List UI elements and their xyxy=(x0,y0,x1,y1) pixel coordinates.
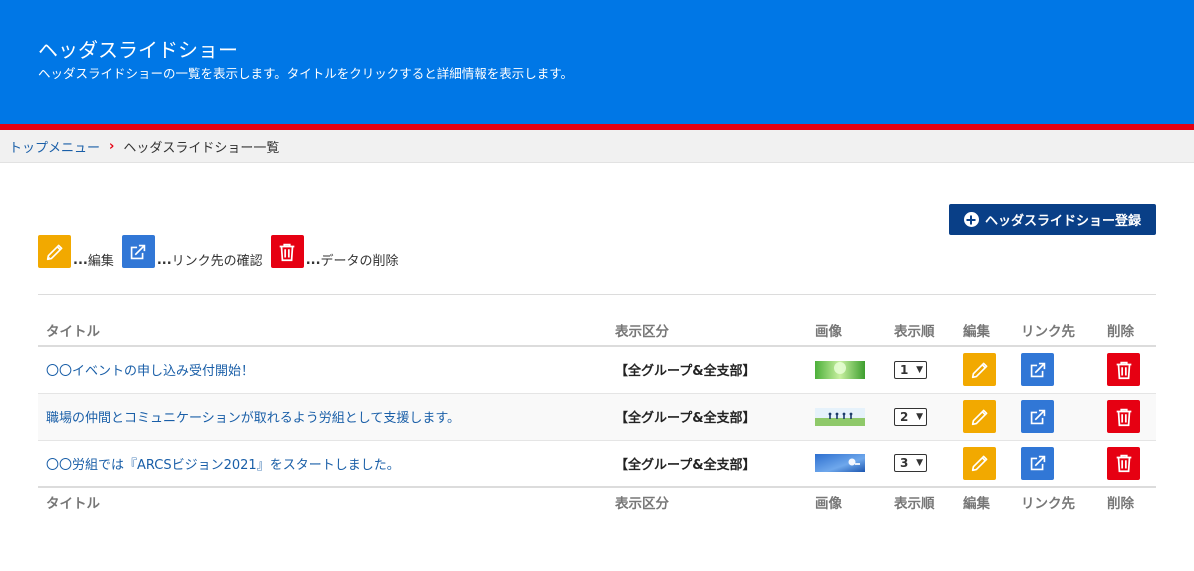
page-description: ヘッダスライドショーの一覧を表示します。タイトルをクリックすると詳細情報を表示し… xyxy=(38,66,574,81)
column-footer-link: リンク先 xyxy=(1013,486,1099,515)
external-link-icon xyxy=(1030,456,1045,471)
section-divider xyxy=(38,294,1156,295)
breadcrumb-home-link[interactable]: トップメニュー xyxy=(9,137,100,156)
display-order-value: 3 xyxy=(900,456,909,471)
column-footer-edit: 編集 xyxy=(955,486,1013,515)
table-header-row: タイトル 表示区分 画像 表示順 編集 リンク先 削除 xyxy=(38,314,1156,347)
table-row: 〇〇イベントの申し込み受付開始！ 【全グループ&全支部】 1 ▼ xyxy=(38,346,1156,394)
column-footer-delete: 削除 xyxy=(1099,486,1156,515)
display-order-select[interactable]: 1 ▼ xyxy=(894,360,927,379)
link-check-button[interactable] xyxy=(1021,353,1054,387)
trash-icon xyxy=(1116,361,1131,379)
legend-dots: ... xyxy=(305,253,321,268)
column-footer-category: 表示区分 xyxy=(607,486,807,515)
chevron-down-icon: ▼ xyxy=(916,411,923,422)
page-title: ヘッダスライドショー xyxy=(38,38,238,62)
row-title-link[interactable]: 〇〇労組では『ARCSビジョン2021』をスタートしました。 xyxy=(46,458,400,473)
table-footer-row: タイトル 表示区分 画像 表示順 編集 リンク先 削除 xyxy=(38,486,1156,515)
slideshow-table: タイトル 表示区分 画像 表示順 編集 リンク先 削除 〇〇イベントの申し込み受… xyxy=(38,314,1156,515)
column-footer-image: 画像 xyxy=(807,486,886,515)
pencil-icon xyxy=(971,362,987,378)
delete-button[interactable] xyxy=(1107,353,1140,387)
trash-icon xyxy=(270,235,304,268)
column-header-edit: 編集 xyxy=(955,314,1013,347)
column-header-link: リンク先 xyxy=(1013,314,1099,347)
row-category: 【全グループ&全支部】 xyxy=(615,411,756,426)
column-header-category: 表示区分 xyxy=(607,314,807,347)
column-header-order[interactable]: 表示順 xyxy=(886,314,955,347)
column-header-image: 画像 xyxy=(807,314,886,347)
column-header-delete: 削除 xyxy=(1099,314,1156,347)
legend-link-label: リンク先の確認 xyxy=(171,254,263,269)
column-footer-title: タイトル xyxy=(38,486,607,515)
row-title-link[interactable]: 〇〇イベントの申し込み受付開始！ xyxy=(46,364,254,379)
breadcrumb-current: ヘッダスライドショー一覧 xyxy=(123,140,280,156)
edit-button[interactable] xyxy=(963,400,996,433)
chevron-right-icon: › xyxy=(109,138,115,154)
row-title-link[interactable]: 職場の仲間とコミュニケーションが取れるよう労組として支援します。 xyxy=(46,411,460,426)
row-category: 【全グループ&全支部】 xyxy=(615,457,756,473)
column-footer-order: 表示順 xyxy=(886,486,955,515)
external-link-icon xyxy=(1030,362,1045,377)
thumbnail-image xyxy=(815,407,865,426)
display-order-select[interactable]: 2 ▼ xyxy=(894,407,927,426)
legend-delete: ... データの削除 xyxy=(270,235,399,269)
register-button-label: ヘッダスライドショー登録 xyxy=(984,214,1141,229)
breadcrumb: トップメニュー › ヘッダスライドショー一覧 xyxy=(0,130,1194,163)
legend-delete-label: データの削除 xyxy=(320,254,399,269)
icon-legend: ... 編集 ... リンク先の確認 ... データの削除 xyxy=(38,235,407,269)
row-category: 【全グループ&全支部】 xyxy=(615,364,756,380)
pencil-icon xyxy=(38,235,71,268)
legend-edit: ... 編集 xyxy=(38,235,114,269)
display-order-value: 2 xyxy=(900,409,909,424)
link-check-button[interactable] xyxy=(1021,400,1054,433)
legend-dots: ... xyxy=(156,253,172,268)
register-slideshow-button[interactable]: ヘッダスライドショー登録 xyxy=(949,204,1156,235)
link-check-button[interactable] xyxy=(1021,446,1054,480)
table-row: 〇〇労組では『ARCSビジョン2021』をスタートしました。 【全グループ&全支… xyxy=(38,440,1156,487)
delete-button[interactable] xyxy=(1107,400,1140,433)
legend-edit-label: 編集 xyxy=(87,254,114,269)
external-link-icon xyxy=(121,235,155,268)
trash-icon xyxy=(1116,408,1131,426)
edit-button[interactable] xyxy=(963,446,996,480)
delete-button[interactable] xyxy=(1107,446,1140,480)
page-header: ヘッダスライドショー ヘッダスライドショーの一覧を表示します。タイトルをクリック… xyxy=(0,0,1194,124)
pencil-icon xyxy=(971,409,987,425)
chevron-down-icon: ▼ xyxy=(916,364,923,375)
legend-dots: ... xyxy=(73,253,88,268)
table-row: 職場の仲間とコミュニケーションが取れるよう労組として支援します。 【全グループ&… xyxy=(38,393,1156,441)
plus-circle-icon xyxy=(963,212,979,227)
display-order-select[interactable]: 3 ▼ xyxy=(894,454,927,473)
thumbnail-image xyxy=(815,454,865,473)
legend-link: ... リンク先の確認 xyxy=(121,235,263,269)
thumbnail-image xyxy=(815,360,865,379)
display-order-value: 1 xyxy=(900,362,909,377)
pencil-icon xyxy=(971,455,987,472)
external-link-icon xyxy=(1030,409,1045,424)
chevron-down-icon: ▼ xyxy=(916,458,923,469)
trash-icon xyxy=(1116,455,1131,473)
edit-button[interactable] xyxy=(963,353,996,387)
column-header-title[interactable]: タイトル xyxy=(38,314,607,347)
